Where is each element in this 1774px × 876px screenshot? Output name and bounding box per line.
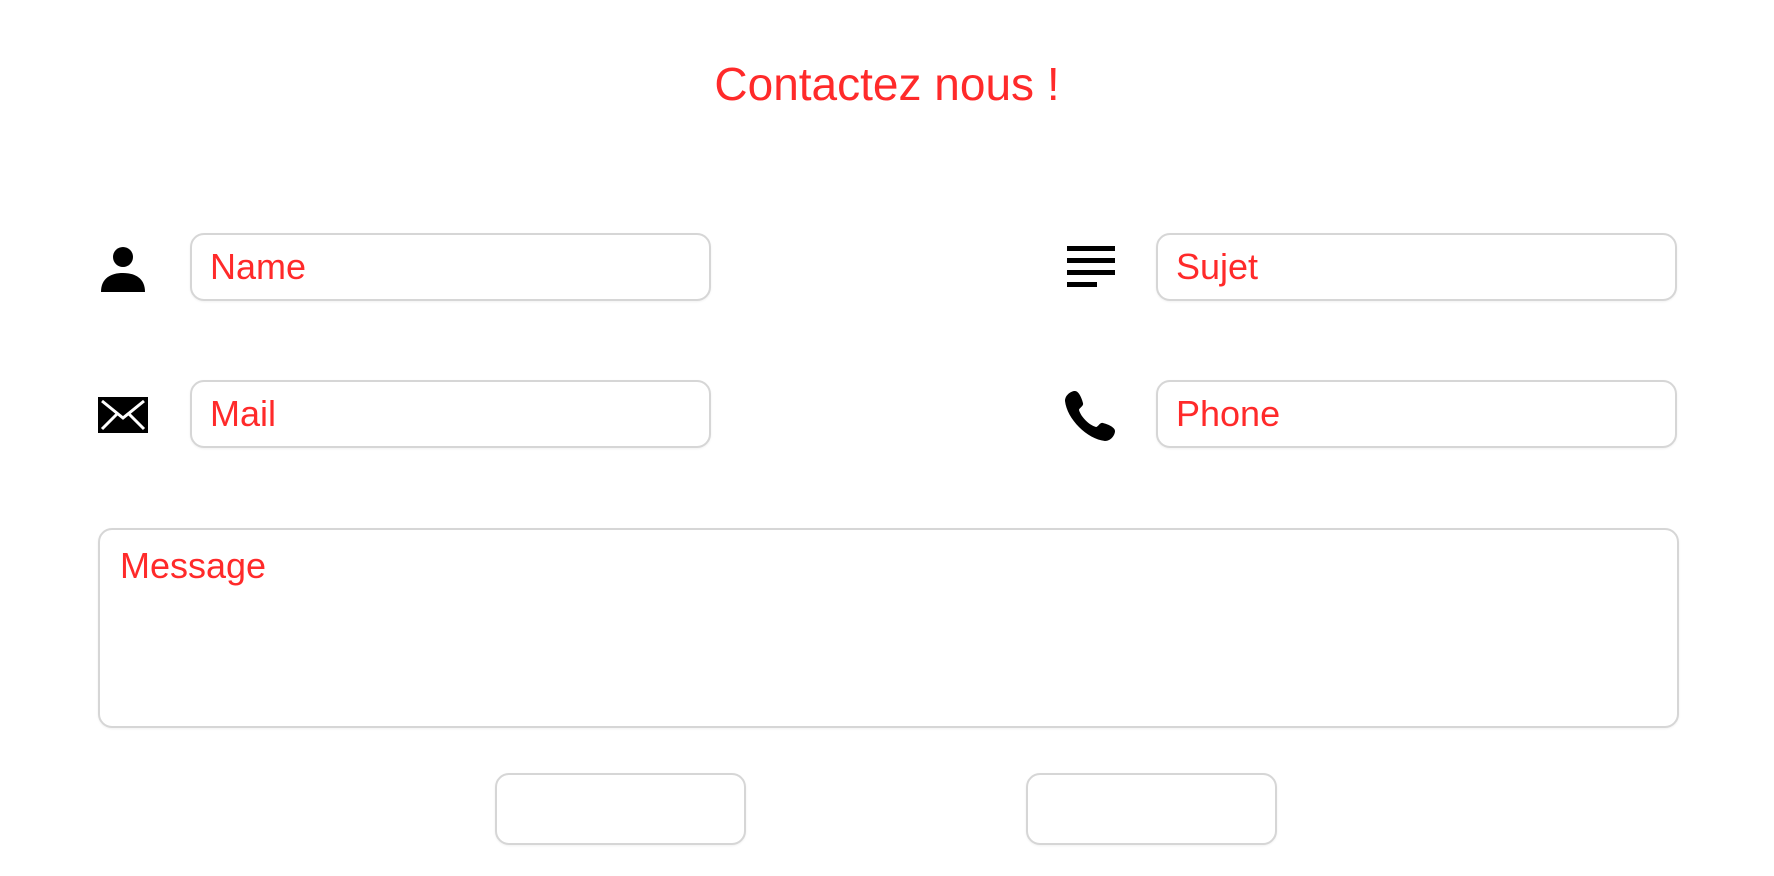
person-icon bbox=[101, 247, 145, 292]
right-button[interactable] bbox=[1026, 773, 1277, 845]
mail-input[interactable]: Mail bbox=[190, 380, 711, 448]
message-textarea[interactable]: Message bbox=[98, 528, 1679, 728]
subject-lines-icon bbox=[1067, 246, 1115, 287]
phone-input[interactable]: Phone bbox=[1156, 380, 1677, 448]
envelope-icon bbox=[98, 397, 148, 433]
subject-input[interactable]: Sujet bbox=[1156, 233, 1677, 301]
page-title: Contactez nous ! bbox=[714, 58, 1060, 110]
phone-icon bbox=[1065, 391, 1115, 441]
left-button[interactable] bbox=[495, 773, 746, 845]
name-input[interactable]: Name bbox=[190, 233, 711, 301]
